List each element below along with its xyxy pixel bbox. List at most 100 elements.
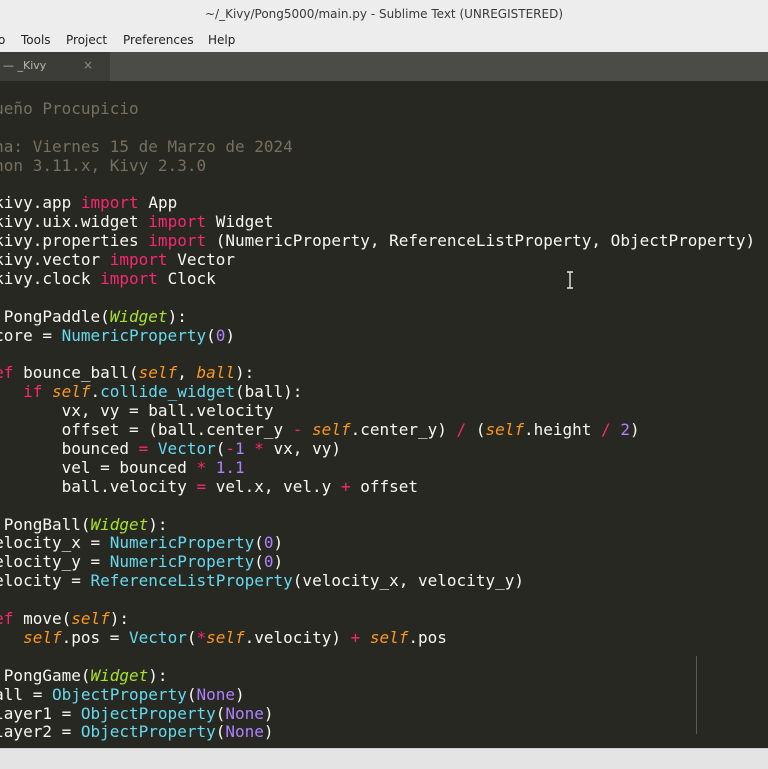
code-token: ball.velocity (61, 476, 187, 496)
code-area[interactable]: # Pequeño Procupicio # Fecha: Viernes 15 … (0, 99, 756, 742)
code-token: ObjectProperty (80, 722, 216, 742)
ibeam-cursor-icon (566, 271, 574, 289)
code-line: score = NumericProperty(0) (0, 325, 755, 346)
code-token: # Fecha: Viernes 15 de Marzo de 2024 (0, 136, 293, 156)
code-token: ( (215, 722, 226, 742)
code-token: None (225, 703, 264, 723)
code-token: 0 (215, 325, 226, 345)
tab-close-icon[interactable]: × (83, 58, 93, 72)
code-token: vx, vy = ball.velocity (61, 401, 274, 421)
code-token: offset = (ball.center_y (61, 420, 284, 440)
code-token: ( (254, 552, 264, 572)
code-token: ( (215, 439, 226, 459)
code-token: NumericProperty (109, 552, 255, 572)
code-token: * (196, 627, 207, 647)
code-token: / (601, 420, 621, 440)
code-token: self (51, 382, 91, 402)
code-line: from kivy.vector import Vector (0, 250, 755, 270)
code-line: def bounce_ball(self, ball): (0, 364, 755, 383)
code-line: if self.collide_widget(ball): (0, 382, 755, 402)
code-line: vx, vy = ball.velocity (0, 401, 755, 421)
code-line: bounced = Vector(-1 * vx, vy) (0, 439, 755, 459)
code-token: offset (360, 476, 419, 496)
code-line: def move(self): (0, 609, 755, 629)
tab-label: — _Kivy (3, 59, 47, 72)
code-token: NumericProperty (109, 533, 255, 553)
code-token: ): (148, 514, 168, 534)
code-token: self (485, 420, 524, 440)
code-token: Vector (157, 439, 216, 459)
code-token: # Python 3.11.x, Kivy 2.3.0 (0, 155, 207, 175)
code-token: + (350, 627, 370, 647)
code-token: * (196, 457, 216, 477)
code-token: move( (23, 609, 72, 629)
code-token: vx, vy) (273, 439, 341, 459)
code-line: class PongGame(Widget): (0, 666, 755, 686)
code-token: velocity_x = (0, 533, 101, 553)
code-token: kivy.vector (0, 250, 110, 270)
code-token: ReferenceListProperty (90, 571, 293, 591)
code-line: velocity = ReferenceListProperty(velocit… (0, 571, 755, 591)
tab-bar: — _Kivy × (0, 52, 768, 81)
menu-item-preferences[interactable]: Preferences (123, 33, 194, 47)
code-token: import (148, 212, 216, 232)
menu-item-help[interactable]: Help (208, 33, 235, 47)
code-editor[interactable]: # Pequeño Procupicio # Fecha: Viernes 15 … (0, 81, 768, 748)
code-token: ball (196, 363, 235, 383)
code-token: self (312, 420, 351, 440)
code-token: kivy.clock (0, 269, 101, 289)
code-line: velocity_y = NumericProperty(0) (0, 552, 755, 572)
code-token: vel.x, vel.y (215, 476, 341, 496)
code-token: ) (273, 552, 284, 572)
code-token: ): (167, 306, 187, 326)
code-token: ObjectProperty (80, 703, 216, 723)
code-token: player1 = (0, 703, 72, 723)
code-line: ball = ObjectProperty(None) (0, 684, 755, 705)
menu-item-project[interactable]: Project (66, 33, 107, 47)
code-token: Widget (90, 514, 149, 534)
code-token: ) (225, 325, 236, 345)
code-token: import (148, 231, 216, 251)
code-token: bounce_ball( (23, 363, 139, 383)
window-titlebar: ~/_Kivy/Pong5000/main.py - Sublime Text … (0, 0, 768, 29)
code-token: self (71, 609, 110, 629)
tab-main-py[interactable]: — _Kivy × (0, 52, 110, 81)
code-token: .center_y) (350, 420, 457, 440)
code-token: import (100, 269, 168, 289)
code-token: .pos = (61, 627, 130, 647)
code-token: ) (273, 533, 284, 553)
code-token: velocity = (0, 571, 81, 591)
code-token: - (292, 420, 313, 440)
code-token: 0 (263, 533, 274, 553)
menu-item-go[interactable]: o (0, 33, 5, 47)
code-token: 0 (263, 552, 274, 572)
code-token: self (369, 627, 409, 647)
code-token: App (148, 193, 178, 213)
code-token: velocity_y = (0, 552, 101, 572)
code-token: kivy.uix.widget (0, 212, 149, 232)
menu-item-tools[interactable]: Tools (21, 33, 51, 47)
code-token: ball = (0, 684, 43, 704)
code-token: ) (263, 703, 274, 723)
code-token: collide_widget (100, 382, 235, 402)
code-token: None (196, 684, 235, 704)
code-line: from kivy.clock import Clock (0, 269, 755, 289)
code-token: score = (0, 325, 52, 345)
code-token: (NumericProperty, ReferenceListProperty,… (215, 231, 756, 251)
code-line: from kivy.properties import (NumericProp… (0, 231, 756, 251)
code-token: self (138, 363, 178, 383)
code-token: None (225, 722, 264, 742)
code-token: def (0, 609, 14, 629)
status-bar (0, 748, 768, 769)
code-token: . (90, 382, 101, 402)
code-token: ) (629, 420, 640, 440)
code-token: 2 (620, 420, 630, 440)
code-line: from kivy.uix.widget import Widget (0, 212, 755, 232)
code-token: , (177, 363, 197, 383)
code-token: ( (475, 420, 486, 440)
